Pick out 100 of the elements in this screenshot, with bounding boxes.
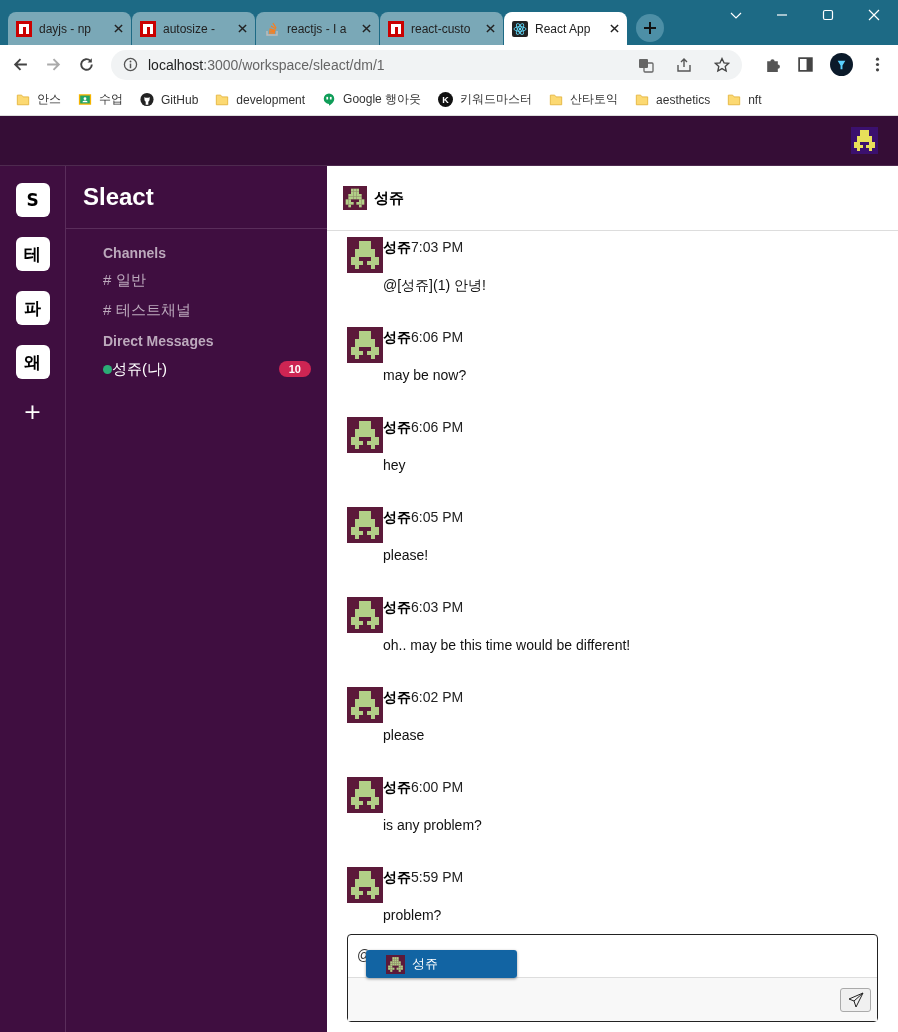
- user-avatar: [347, 417, 383, 453]
- npm-icon: [16, 20, 32, 37]
- user-avatar: [347, 237, 383, 273]
- message-author: 성쥬: [383, 509, 411, 525]
- github-icon: [140, 92, 154, 107]
- bookmark[interactable]: 수업: [78, 91, 123, 108]
- browser-tab[interactable]: reactjs - I a: [256, 12, 379, 45]
- browser-tab[interactable]: react-custo: [380, 12, 503, 45]
- bookmark-label: 키워드마스터: [460, 91, 533, 108]
- puzzle-icon[interactable]: [764, 56, 781, 73]
- workspace-button[interactable]: 테: [15, 237, 50, 271]
- message-time: 6:06 PM: [411, 329, 464, 345]
- user-avatar: [347, 597, 383, 633]
- send-button[interactable]: [840, 987, 871, 1012]
- browser-tab[interactable]: dayjs - np: [8, 12, 131, 45]
- user-avatar: [343, 186, 367, 210]
- close-icon[interactable]: [362, 24, 371, 33]
- folder-icon: [727, 92, 742, 107]
- folder-icon: [16, 92, 30, 107]
- message-text: is any problem?: [383, 817, 482, 833]
- bookmark-label: aesthetics: [656, 92, 711, 107]
- close-icon[interactable]: [114, 24, 123, 33]
- chat-bubble-icon: [322, 92, 337, 107]
- message-author: 성쥬: [383, 869, 411, 885]
- message-text: please: [383, 727, 426, 743]
- folder-icon: [549, 92, 564, 107]
- user-avatar: [347, 867, 383, 903]
- bookmark[interactable]: GitHub: [140, 92, 199, 107]
- channel-item[interactable]: # 테스트채널: [103, 295, 311, 325]
- dm-item[interactable]: 성쥬(나): [112, 359, 279, 379]
- message-time: 6:03 PM: [411, 599, 464, 615]
- channel-item[interactable]: # 일반: [103, 265, 311, 295]
- npm-icon: [140, 20, 156, 37]
- stack-icon: [264, 20, 280, 37]
- bookmark-label: development: [236, 92, 306, 107]
- browser-tab[interactable]: React App: [504, 12, 627, 45]
- reload-icon[interactable]: [78, 56, 95, 73]
- profile-avatar[interactable]: [830, 53, 853, 76]
- close-icon[interactable]: [486, 24, 495, 33]
- bookmark[interactable]: K 키워드마스터: [438, 91, 533, 108]
- bookmark[interactable]: nft: [727, 92, 762, 107]
- user-avatar[interactable]: [851, 127, 878, 154]
- message-author: 성쥬: [383, 419, 411, 435]
- message-time: 6:00 PM: [411, 779, 464, 795]
- translate-icon[interactable]: [638, 56, 654, 73]
- mention-name: 성쥬: [412, 955, 438, 973]
- back-icon[interactable]: [12, 56, 29, 73]
- close-icon[interactable]: [610, 24, 619, 33]
- message-text: may be now?: [383, 367, 467, 383]
- message-text: oh.. may be this time would be different!: [383, 637, 631, 653]
- add-workspace-button[interactable]: +: [23, 399, 42, 424]
- mention-suggestion[interactable]: 성쥬: [366, 950, 517, 978]
- message-time: 6:06 PM: [411, 419, 464, 435]
- message-author: 성쥬: [383, 239, 411, 255]
- side-panel-icon[interactable]: [797, 56, 814, 73]
- folder-icon: [635, 92, 650, 107]
- tab-title: React App: [535, 21, 592, 36]
- workspace-button[interactable]: 왜: [15, 345, 50, 379]
- message-author: 성쥬: [383, 779, 411, 795]
- message-time: 6:05 PM: [411, 509, 464, 525]
- workspace-button[interactable]: 파: [15, 291, 50, 325]
- bookmark[interactable]: 안스: [16, 91, 61, 108]
- bookmark[interactable]: development: [215, 92, 306, 107]
- tab-title: autosize -: [163, 21, 217, 36]
- info-icon[interactable]: [123, 57, 138, 72]
- user-avatar: [347, 687, 383, 723]
- star-icon[interactable]: [714, 56, 730, 73]
- tab-title: dayjs - np: [39, 21, 93, 36]
- npm-icon: [388, 20, 404, 37]
- message-text: problem?: [383, 907, 443, 923]
- message-text: hey: [383, 457, 407, 473]
- share-icon[interactable]: [676, 56, 692, 73]
- bookmark-label: 수업: [99, 91, 123, 108]
- unread-count: 10: [278, 361, 311, 377]
- send-icon: [847, 991, 864, 1008]
- workspace-button[interactable]: S: [15, 183, 50, 217]
- maximize-icon[interactable]: [822, 9, 834, 21]
- bookmark[interactable]: 산타토익: [549, 91, 619, 108]
- bookmark[interactable]: aesthetics: [635, 92, 711, 107]
- tab-title: reactjs - I a: [287, 21, 348, 36]
- section-heading[interactable]: Direct Messages: [103, 325, 311, 353]
- message-text: @[성쥬](1) 안녕!: [383, 277, 486, 295]
- classroom-icon: [78, 92, 92, 107]
- user-avatar: [386, 954, 405, 974]
- close-icon[interactable]: [238, 24, 247, 33]
- section-heading[interactable]: Channels: [103, 237, 311, 265]
- bookmark[interactable]: Google 행아웃: [322, 91, 422, 108]
- bookmark-label: Google 행아웃: [343, 91, 422, 108]
- bookmark-label: GitHub: [161, 92, 199, 107]
- address-bar[interactable]: localhost:3000/workspace/sleact/dm/1: [111, 49, 742, 80]
- new-tab-button[interactable]: [636, 14, 664, 42]
- browser-tab[interactable]: autosize -: [132, 12, 255, 45]
- atom-icon: [512, 20, 528, 37]
- user-avatar: [347, 777, 383, 813]
- message-time: 7:03 PM: [411, 239, 464, 255]
- bookmark-label: 안스: [37, 91, 61, 108]
- bookmark-label: 산타토익: [570, 91, 619, 108]
- message-author: 성쥬: [383, 689, 411, 705]
- chat-title: 성쥬: [374, 188, 404, 208]
- url-text: localhost:3000/workspace/sleact/dm/1: [148, 56, 386, 73]
